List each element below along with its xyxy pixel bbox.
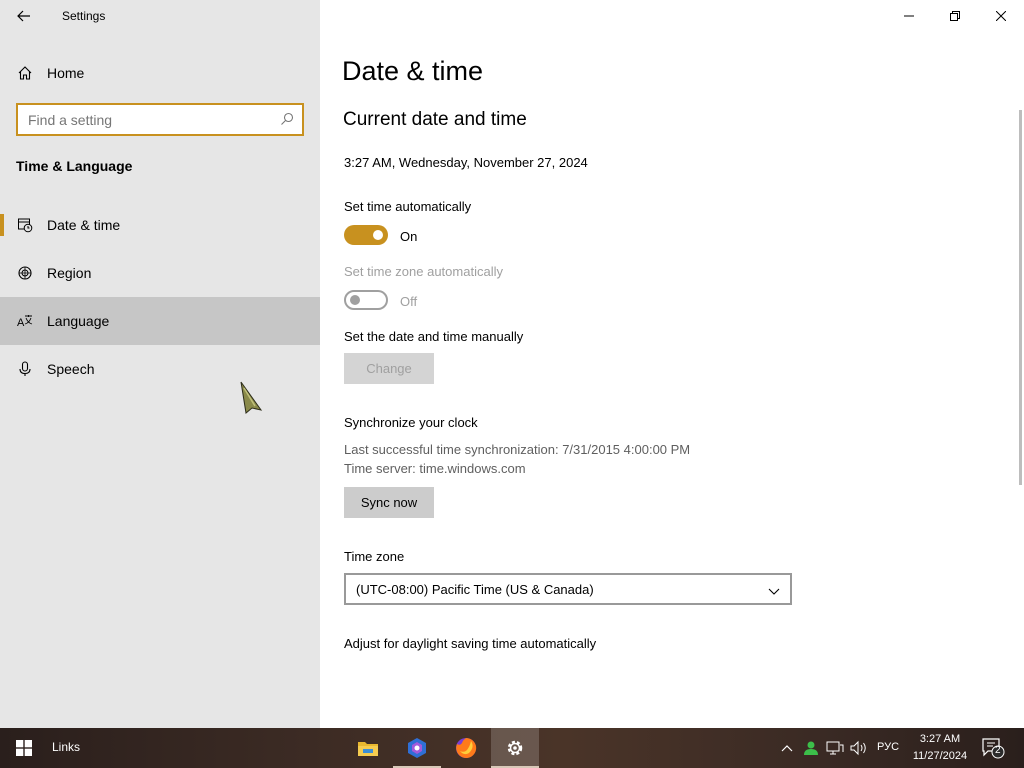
settings-window: Settings Home Time & Language Date & tim… <box>0 0 1024 728</box>
taskbar-file-explorer[interactable] <box>344 728 392 768</box>
restore-icon <box>950 11 960 21</box>
notification-center-button[interactable]: 2 <box>980 736 1006 760</box>
sidebar-item-label: Language <box>47 313 110 329</box>
minimize-icon <box>904 15 914 17</box>
set-time-auto-label: Set time automatically <box>344 199 472 214</box>
close-button[interactable] <box>978 0 1024 32</box>
sync-clock-heading: Synchronize your clock <box>344 415 478 430</box>
chevron-down-icon <box>768 584 780 599</box>
page-title: Date & time <box>342 56 484 86</box>
sidebar-item-label: Date & time <box>47 217 121 233</box>
sidebar-item-language[interactable]: A Language <box>0 297 320 345</box>
network-icon[interactable] <box>826 738 844 758</box>
search-input[interactable] <box>28 111 278 128</box>
notification-count: 2 <box>995 745 1001 756</box>
sync-now-button[interactable]: Sync now <box>344 487 434 518</box>
time-zone-label: Time zone <box>344 549 405 564</box>
time-zone-value: (UTC-08:00) Pacific Time (US & Canada) <box>356 581 594 597</box>
globe-icon <box>16 264 34 282</box>
back-button[interactable] <box>8 0 40 32</box>
svg-text:A: A <box>17 317 25 329</box>
language-icon: A <box>16 312 34 330</box>
nav-home-label: Home <box>47 65 85 81</box>
windows-logo-icon <box>16 740 32 756</box>
change-button: Change <box>344 353 434 384</box>
section-title: Time & Language <box>16 158 133 174</box>
taskbar-firefox[interactable] <box>442 728 490 768</box>
sidebar-item-date-time[interactable]: Date & time <box>0 201 320 249</box>
sidebar-item-region[interactable]: Region <box>0 249 320 297</box>
window-title: Settings <box>62 9 106 23</box>
notification-icon <box>982 738 1005 759</box>
file-explorer-icon <box>358 742 378 756</box>
set-tz-auto-toggle <box>344 290 388 310</box>
sidebar-item-label: Speech <box>47 361 95 377</box>
taskbar-settings[interactable] <box>491 728 539 768</box>
search-icon[interactable] <box>280 112 294 131</box>
back-arrow-icon <box>17 10 30 22</box>
set-tz-auto-label: Set time zone automatically <box>344 264 503 279</box>
time-zone-select[interactable]: (UTC-08:00) Pacific Time (US & Canada) <box>344 573 792 605</box>
taskbar: Links РУС 3:27 AM 11/27/2024 2 <box>0 728 1024 768</box>
sidebar-item-speech[interactable]: Speech <box>0 345 320 393</box>
main-content: Date & time Current date and time 3:27 A… <box>320 0 1024 728</box>
sidebar: Settings Home Time & Language Date & tim… <box>0 0 320 728</box>
toggle-knob <box>373 230 383 240</box>
firefox-icon <box>456 737 477 758</box>
set-time-auto-toggle[interactable] <box>344 225 388 245</box>
microphone-icon <box>16 360 34 378</box>
toggle-knob <box>350 295 360 305</box>
time-server-text: Time server: time.windows.com <box>344 461 526 476</box>
chevron-up-icon[interactable] <box>778 738 796 758</box>
taskbar-app[interactable] <box>393 728 441 768</box>
taskbar-clock[interactable]: 3:27 AM 11/27/2024 <box>910 731 970 765</box>
daylight-saving-label: Adjust for daylight saving time automati… <box>344 636 597 651</box>
manual-datetime-label: Set the date and time manually <box>344 329 524 344</box>
input-language-indicator[interactable]: РУС <box>877 741 899 753</box>
home-icon <box>16 64 34 82</box>
scrollbar[interactable] <box>1019 110 1022 485</box>
window-controls <box>886 0 1024 32</box>
search-box[interactable] <box>16 103 304 136</box>
clock-calendar-icon <box>16 216 34 234</box>
people-icon[interactable] <box>802 738 820 758</box>
mouse-cursor-icon <box>238 380 264 419</box>
last-sync-text: Last successful time synchronization: 7/… <box>344 442 691 457</box>
volume-icon[interactable] <box>850 738 868 758</box>
restore-button[interactable] <box>932 0 978 32</box>
settings-icon <box>507 740 523 756</box>
sidebar-item-label: Region <box>47 265 92 281</box>
clock-time: 3:27 AM <box>919 733 961 745</box>
app-icon <box>408 738 426 758</box>
links-toolbar[interactable]: Links <box>52 740 80 754</box>
set-time-auto-state: On <box>400 229 418 244</box>
set-tz-auto-state: Off <box>400 294 418 309</box>
start-button[interactable] <box>0 728 48 768</box>
current-datetime: 3:27 AM, Wednesday, November 27, 2024 <box>344 155 588 170</box>
close-icon <box>996 11 1006 21</box>
minimize-button[interactable] <box>886 0 932 32</box>
clock-date: 11/27/2024 <box>912 750 968 762</box>
section-heading-current: Current date and time <box>343 109 527 130</box>
nav-home[interactable]: Home <box>0 57 320 89</box>
